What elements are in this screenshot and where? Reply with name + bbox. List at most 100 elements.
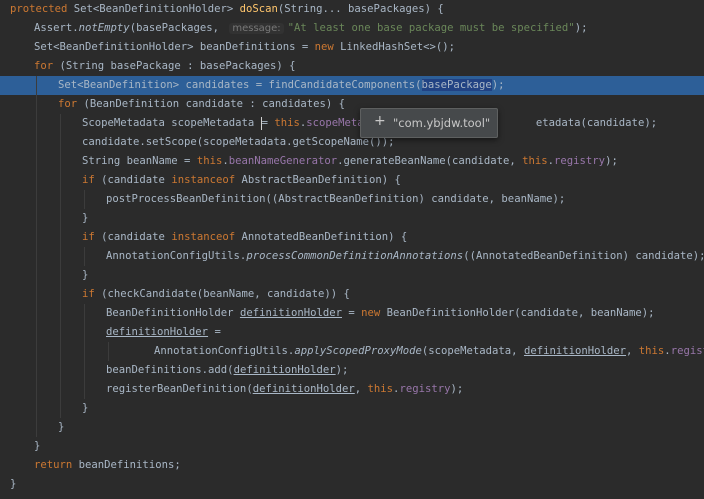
code-token: }: [34, 440, 41, 452]
code-token: new: [314, 41, 341, 53]
code-token: if: [82, 174, 102, 186]
code-line[interactable]: AnnotationConfigUtils.applyScopedProxyMo…: [0, 342, 704, 361]
code-text: Set<BeanDefinitionHolder> beanDefinition…: [34, 38, 455, 57]
indent-guide: [60, 361, 61, 380]
code-line[interactable]: Assert.notEmpty(basePackages, message: "A…: [0, 19, 704, 38]
code-token: ,: [626, 345, 639, 357]
code-token: notEmpty: [78, 22, 130, 34]
code-token: }: [58, 421, 65, 433]
indent-guide: [84, 323, 85, 342]
code-text: }: [82, 266, 88, 285]
code-editor[interactable]: protected Set<BeanDefinitionHolder> doSc…: [0, 0, 704, 499]
indent-guide: [60, 285, 61, 304]
code-line[interactable]: }: [0, 209, 704, 228]
plus-icon[interactable]: +: [374, 113, 386, 129]
code-line[interactable]: }: [0, 266, 704, 285]
code-line[interactable]: AnnotationConfigUtils.processCommonDefin…: [0, 247, 704, 266]
code-token: Set<BeanDefinitionHolder>: [73, 3, 240, 15]
code-line[interactable]: String beanName = this.beanNameGenerator…: [0, 152, 704, 171]
code-token: (basePackages,: [129, 22, 226, 34]
code-line[interactable]: candidate.setScope(scopeMetadata.getScop…: [0, 133, 704, 152]
indent-guide: [36, 190, 37, 209]
code-line[interactable]: }: [0, 437, 704, 456]
indent-guide: [84, 361, 85, 380]
parameter-hint: message:: [229, 23, 284, 34]
code-token: postProcessBeanDefinition((AbstractBeanD…: [106, 193, 566, 205]
code-text: AnnotationConfigUtils.processCommonDefin…: [106, 247, 704, 266]
indent-guide: [60, 171, 61, 190]
indent-guide: [36, 247, 37, 266]
indent-guide: [60, 380, 61, 399]
indent-guide: [36, 342, 37, 361]
code-token: registry: [670, 345, 704, 357]
code-token: BeanDefinitionHolder(candidate, beanName…: [386, 307, 655, 319]
code-line[interactable]: return beanDefinitions;: [0, 456, 704, 475]
indent-guide: [36, 361, 37, 380]
code-line[interactable]: definitionHolder =: [0, 323, 704, 342]
code-token: processCommonDefinitionAnnotations: [246, 250, 464, 262]
indent-guide: [36, 114, 37, 133]
code-token: LinkedHashSet<>();: [340, 41, 455, 53]
code-text: }: [10, 475, 16, 494]
code-text: for (BeanDefinition candidate : candidat…: [58, 95, 345, 114]
debug-value-tooltip: + "com.ybjdw.tool": [360, 108, 498, 138]
code-token: for: [34, 60, 60, 72]
code-line[interactable]: for (BeanDefinition candidate : candidat…: [0, 95, 704, 114]
code-token: (candidate: [101, 231, 172, 243]
code-token: if: [82, 231, 102, 243]
code-line[interactable]: if (checkCandidate(beanName, candidate))…: [0, 285, 704, 304]
code-line[interactable]: ScopeMetadata scopeMetadata = this.scope…: [0, 114, 704, 133]
code-line[interactable]: protected Set<BeanDefinitionHolder> doSc…: [0, 0, 704, 19]
code-token: );: [491, 79, 505, 91]
code-text: if (checkCandidate(beanName, candidate))…: [82, 285, 350, 304]
code-text: registerBeanDefinition(definitionHolder,…: [106, 380, 463, 399]
code-token: this: [522, 155, 548, 167]
indent-guide: [60, 209, 61, 228]
indent-guide: [36, 209, 37, 228]
code-line[interactable]: BeanDefinitionHolder definitionHolder = …: [0, 304, 704, 323]
code-token: );: [605, 155, 618, 167]
code-token: registerBeanDefinition(: [106, 383, 253, 395]
code-line[interactable]: if (candidate instanceof AnnotatedBeanDe…: [0, 228, 704, 247]
code-token: beanNameGenerator: [228, 155, 338, 167]
code-token: (candidate: [101, 174, 172, 186]
indent-guide: [36, 304, 37, 323]
code-token: "At least one base package must be speci…: [287, 22, 575, 34]
code-line[interactable]: beanDefinitions.add(definitionHolder);: [0, 361, 704, 380]
code-token: AnnotationConfigUtils.: [154, 345, 295, 357]
code-token: definitionHolder: [106, 326, 209, 338]
indent-guide: [60, 266, 61, 285]
code-token: return: [34, 459, 79, 471]
code-line[interactable]: }: [0, 475, 704, 494]
code-token: protected: [10, 3, 74, 15]
code-token: );: [450, 383, 464, 395]
indent-guide: [60, 247, 61, 266]
code-token: candidate.setScope(scopeMetadata.getScop…: [82, 136, 395, 148]
code-line[interactable]: }: [0, 399, 704, 418]
indent-guide: [84, 342, 85, 361]
code-text: beanDefinitions.add(definitionHolder);: [106, 361, 348, 380]
code-line[interactable]: postProcessBeanDefinition((AbstractBeanD…: [0, 190, 704, 209]
code-line[interactable]: Set<BeanDefinitionHolder> beanDefinition…: [0, 38, 704, 57]
indent-guide: [36, 171, 37, 190]
code-line[interactable]: }: [0, 418, 704, 437]
code-text: candidate.setScope(scopeMetadata.getScop…: [82, 133, 395, 152]
indent-guide: [60, 190, 61, 209]
code-token: beanDefinitions;: [78, 459, 181, 471]
code-token: AbstractBeanDefinition) {: [241, 174, 401, 186]
indent-guide: [36, 266, 37, 285]
code-token: ,: [354, 383, 368, 395]
code-line[interactable]: for (String basePackage : basePackages) …: [0, 57, 704, 76]
code-line[interactable]: if (candidate instanceof AbstractBeanDef…: [0, 171, 704, 190]
code-token: this: [367, 383, 394, 395]
code-token: );: [335, 364, 349, 376]
code-text: if (candidate instanceof AbstractBeanDef…: [82, 171, 401, 190]
execution-point-line[interactable]: Set<BeanDefinition> candidates = findCan…: [0, 76, 704, 95]
code-line[interactable]: registerBeanDefinition(definitionHolder,…: [0, 380, 704, 399]
code-token: (String... basePackages) {: [277, 3, 444, 15]
indent-guide: [84, 380, 85, 399]
code-token: Set<BeanDefinition> candidates = findCan…: [58, 79, 422, 91]
code-token: String beanName =: [82, 155, 197, 167]
code-token: BeanDefinitionHolder: [106, 307, 240, 319]
code-text: if (candidate instanceof AnnotatedBeanDe…: [82, 228, 407, 247]
